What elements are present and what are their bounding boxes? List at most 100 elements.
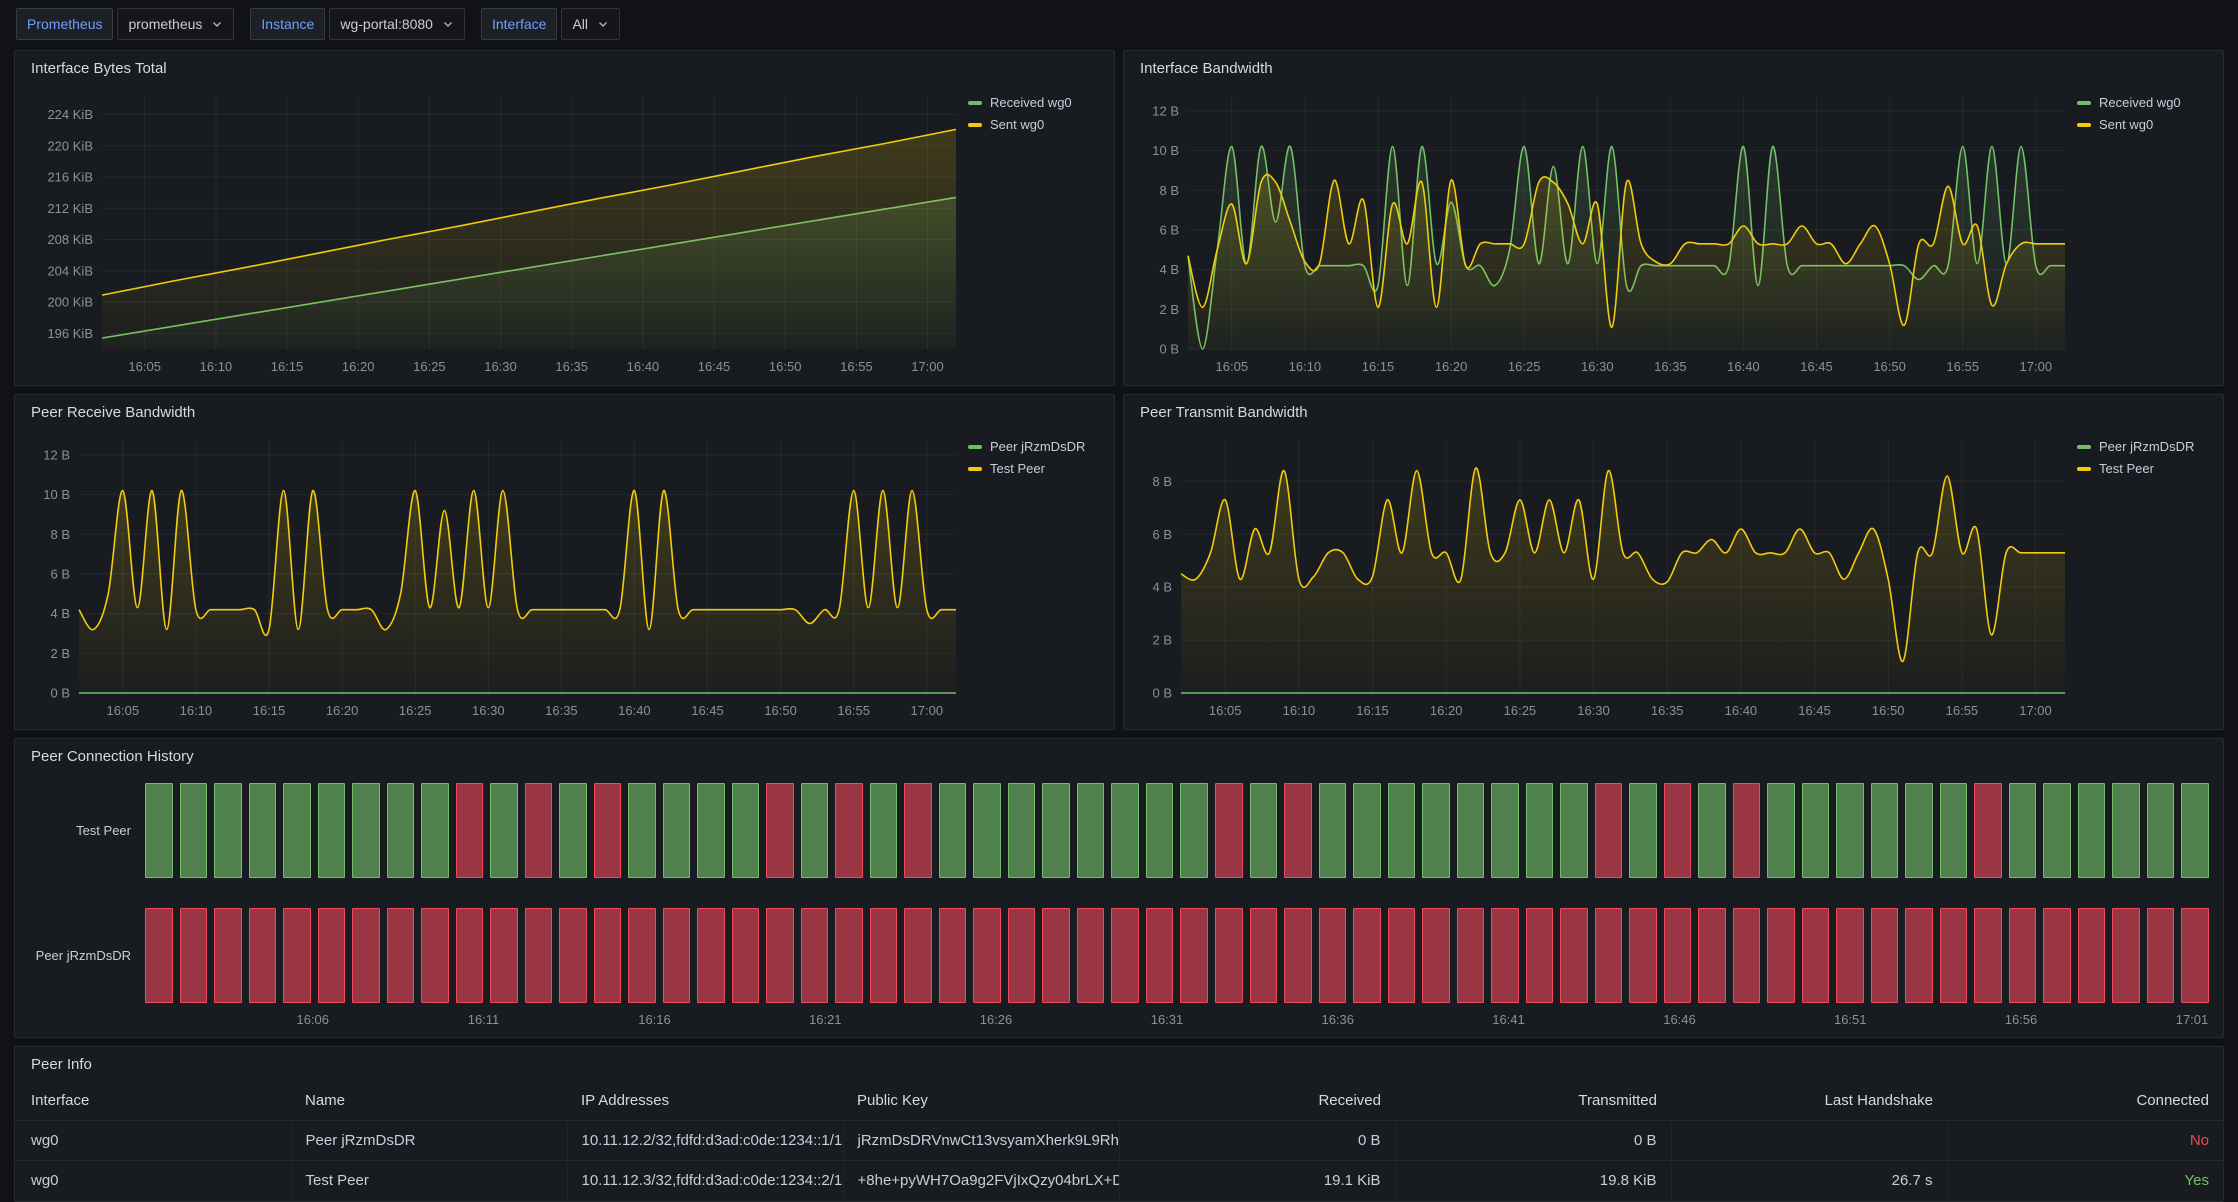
status-row-label: Peer jRzmDsDR <box>27 908 145 1003</box>
x-axis-tick-label: 16:35 <box>1651 703 1684 718</box>
y-axis-tick-label: 4 B <box>1159 262 1179 277</box>
legend: Peer jRzmDsDR Test Peer <box>2071 425 2211 723</box>
variable-prometheus: Prometheusprometheus <box>16 8 234 40</box>
legend-item-test-peer[interactable]: Test Peer <box>2077 461 2211 476</box>
x-axis-tick-label: 16:15 <box>1356 703 1389 718</box>
status-bar-disconnected <box>1284 908 1312 1003</box>
x-axis-tick-label: 16:30 <box>1577 703 1610 718</box>
status-bar-disconnected <box>1905 908 1933 1003</box>
cell-interface: wg0 <box>15 1161 291 1201</box>
x-axis-tick-label: 16:20 <box>1435 359 1468 374</box>
status-bar-disconnected <box>352 908 380 1003</box>
column-header-connected[interactable]: Connected <box>1947 1081 2223 1121</box>
column-header-interface[interactable]: Interface <box>15 1081 291 1121</box>
panel-interface-bytes-total: Interface Bytes Total 196 KiB200 KiB204 … <box>14 50 1115 386</box>
cell-ip-addresses: 10.11.12.2/32,fdfd:d3ad:c0de:1234::1/128 <box>567 1121 843 1161</box>
status-bar-disconnected <box>801 908 829 1003</box>
x-axis-tick-label: 17:00 <box>2020 359 2053 374</box>
status-bar-disconnected <box>1491 908 1519 1003</box>
panel-title[interactable]: Peer Transmit Bandwidth <box>1140 401 2211 425</box>
legend-item-sent-wg0[interactable]: Sent wg0 <box>2077 117 2211 132</box>
column-header-last-handshake[interactable]: Last Handshake <box>1671 1081 1947 1121</box>
x-axis-tick-label: 16:05 <box>1209 703 1242 718</box>
column-header-received[interactable]: Received <box>1119 1081 1395 1121</box>
status-bar-connected <box>1388 783 1416 878</box>
status-bar-disconnected <box>525 908 553 1003</box>
cell-name: Peer jRzmDsDR <box>291 1121 567 1161</box>
y-axis-tick-label: 2 B <box>1152 633 1172 648</box>
chevron-down-icon <box>211 18 223 30</box>
status-row-test-peer: Test Peer <box>27 783 2209 878</box>
column-header-transmitted[interactable]: Transmitted <box>1395 1081 1671 1121</box>
cell-transmitted: 0 B <box>1395 1121 1671 1161</box>
status-bar-connected <box>1077 783 1105 878</box>
variables-toolbar: PrometheusprometheusInstancewg-portal:80… <box>16 8 2224 40</box>
cell-connected: Yes <box>1947 1161 2223 1201</box>
status-bar-connected <box>1698 783 1726 878</box>
y-axis-tick-label: 6 B <box>1152 527 1172 542</box>
column-header-name[interactable]: Name <box>291 1081 567 1121</box>
status-bar-disconnected <box>1422 908 1450 1003</box>
status-bar-disconnected <box>973 908 1001 1003</box>
variable-value-dropdown[interactable]: wg-portal:8080 <box>329 8 465 40</box>
x-axis-tick-label: 16:40 <box>618 703 651 718</box>
x-axis-tick-label: 16:35 <box>545 703 578 718</box>
status-bar-disconnected <box>1215 783 1243 878</box>
status-bar-disconnected <box>559 908 587 1003</box>
x-axis-tick-label: 16:50 <box>1872 703 1905 718</box>
status-bar-disconnected <box>1388 908 1416 1003</box>
status-bar-connected <box>663 783 691 878</box>
x-axis-tick-label: 17:00 <box>2019 703 2052 718</box>
status-bars <box>145 783 2209 878</box>
x-axis-tick-label: 16:25 <box>413 359 446 374</box>
status-bar-disconnected <box>2112 908 2140 1003</box>
status-bar-disconnected <box>835 908 863 1003</box>
status-bar-connected <box>1457 783 1485 878</box>
status-bar-connected <box>1319 783 1347 878</box>
x-axis-tick-label: 16:30 <box>472 703 505 718</box>
legend-item-peer-jrzmdsdr[interactable]: Peer jRzmDsDR <box>2077 439 2211 454</box>
legend-swatch-icon <box>968 101 982 105</box>
panel-title[interactable]: Interface Bandwidth <box>1140 57 2211 81</box>
legend-item-received-wg0[interactable]: Received wg0 <box>968 95 1102 110</box>
x-axis-tick-label: 16:25 <box>399 703 432 718</box>
cell-last-handshake: 26.7 s <box>1671 1161 1947 1201</box>
chart-svg: 0 B2 B4 B6 B8 B10 B12 B16:0516:1016:1516… <box>27 425 962 723</box>
status-bar-disconnected <box>1353 908 1381 1003</box>
variable-value-dropdown[interactable]: prometheus <box>117 8 234 40</box>
x-axis-tick-label: 16:05 <box>1216 359 1249 374</box>
legend-item-peer-jrzmdsdr[interactable]: Peer jRzmDsDR <box>968 439 1102 454</box>
status-bar-connected <box>1353 783 1381 878</box>
x-axis-tick-label: 16:45 <box>1800 359 1833 374</box>
x-axis-tick-label: 16:51 <box>1834 1012 1867 1027</box>
status-bar-connected <box>145 783 173 878</box>
x-axis-tick-label: 16:25 <box>1508 359 1541 374</box>
column-header-ip-addresses[interactable]: IP Addresses <box>567 1081 843 1121</box>
x-axis-tick-label: 16:05 <box>128 359 161 374</box>
status-bar-connected <box>490 783 518 878</box>
panel-title[interactable]: Interface Bytes Total <box>31 57 1102 81</box>
status-bar-disconnected <box>2147 908 2175 1003</box>
panel-title[interactable]: Peer Connection History <box>31 745 2211 769</box>
legend-item-test-peer[interactable]: Test Peer <box>968 461 1102 476</box>
x-axis-tick-label: 16:41 <box>1492 1012 1525 1027</box>
chart-peer-receive-bandwidth: 0 B2 B4 B6 B8 B10 B12 B16:0516:1016:1516… <box>27 425 962 723</box>
status-x-axis: 16:0616:1116:1616:2116:2616:3116:3616:41… <box>159 1003 2209 1031</box>
status-bar-disconnected <box>766 783 794 878</box>
legend-item-sent-wg0[interactable]: Sent wg0 <box>968 117 1102 132</box>
x-axis-tick-label: 16:55 <box>1946 359 1979 374</box>
column-header-public-key[interactable]: Public Key <box>843 1081 1119 1121</box>
x-axis-tick-label: 16:05 <box>107 703 140 718</box>
legend-item-received-wg0[interactable]: Received wg0 <box>2077 95 2211 110</box>
panel-title[interactable]: Peer Receive Bandwidth <box>31 401 1102 425</box>
status-bar-connected <box>559 783 587 878</box>
y-axis-tick-label: 8 B <box>1152 474 1172 489</box>
y-axis-tick-label: 6 B <box>1159 222 1179 237</box>
legend-swatch-icon <box>2077 445 2091 449</box>
status-bar-disconnected <box>1974 783 2002 878</box>
panel-title[interactable]: Peer Info <box>31 1053 2223 1077</box>
variable-value-dropdown[interactable]: All <box>561 8 620 40</box>
status-bar-disconnected <box>1836 908 1864 1003</box>
status-history: Test Peer Peer jRzmDsDR 16:0616:1116:1616:… <box>27 769 2211 1031</box>
status-bar-disconnected <box>1767 908 1795 1003</box>
